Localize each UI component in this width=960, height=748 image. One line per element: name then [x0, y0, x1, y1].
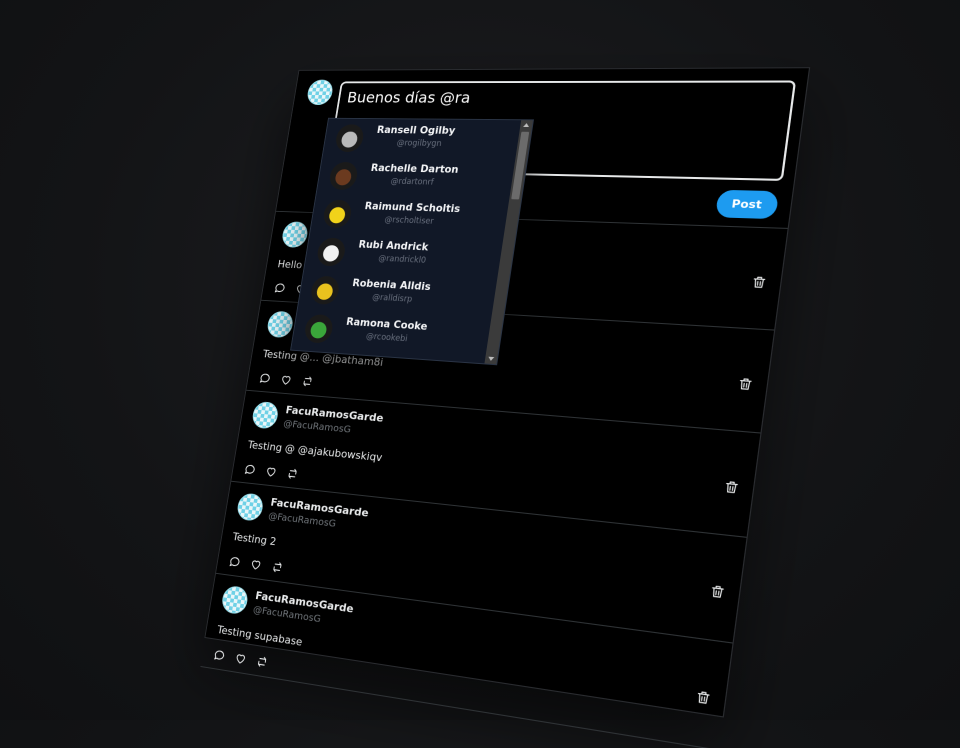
mention-avatar [303, 313, 335, 344]
mention-option[interactable]: Ransell Ogilby @rogilbygn [323, 119, 521, 160]
delete-icon[interactable] [750, 274, 768, 289]
like-icon[interactable] [249, 556, 264, 571]
tweet-text: Testing supabase [216, 623, 304, 649]
tweet-actions [228, 553, 285, 574]
like-icon[interactable] [279, 372, 294, 386]
tweet-avatar[interactable] [220, 584, 250, 616]
mention-list: Ransell Ogilby @rogilbygn Rachelle Darto… [292, 119, 521, 360]
reply-icon[interactable] [273, 280, 287, 294]
mention-avatar [327, 161, 360, 191]
tweet-actions [258, 370, 315, 388]
mention-handle: @rdartonrf [389, 177, 435, 188]
mention-name: Ramona Cooke [345, 316, 429, 333]
scroll-up-icon[interactable] [523, 123, 530, 128]
mention-avatar [334, 124, 366, 153]
tweet-actions [243, 461, 300, 480]
mention-name: Robenia Alldis [351, 277, 432, 294]
app-window: Buenos días @ra Post F @ Hello @ F @ [200, 67, 811, 748]
tweet-actions [212, 646, 269, 668]
retweet-icon[interactable] [285, 465, 300, 480]
tweet-avatar[interactable] [235, 492, 265, 522]
delete-icon[interactable] [737, 375, 755, 391]
reply-icon[interactable] [212, 646, 227, 661]
mention-handle: @rogilbygn [395, 138, 443, 149]
reply-icon[interactable] [228, 553, 242, 568]
mention-dropdown: Ransell Ogilby @rogilbygn Rachelle Darto… [290, 117, 535, 366]
like-icon[interactable] [233, 650, 248, 666]
user-avatar [305, 79, 335, 106]
mention-name: Raimund Scholtis [363, 200, 461, 216]
like-icon[interactable] [264, 463, 279, 478]
tweet-author-handle: @FacuRamosG [282, 418, 352, 436]
tweet-avatar[interactable] [280, 221, 310, 249]
mention-avatar [321, 199, 354, 229]
mention-name: Rubi Andrick [357, 239, 430, 254]
mention-avatar [315, 237, 347, 267]
retweet-icon[interactable] [270, 559, 285, 574]
tweet-text: Testing 2 [231, 530, 278, 549]
mention-handle: @rscholtiser [383, 215, 435, 227]
delete-icon[interactable] [723, 478, 741, 494]
reply-icon[interactable] [243, 461, 257, 476]
stage: Buenos días @ra Post F @ Hello @ F @ [0, 0, 960, 748]
post-button[interactable]: Post [714, 189, 780, 220]
tweet-text: Testing @ @ajakubowskiqv [246, 438, 384, 465]
mention-option[interactable]: Rachelle Darton @rdartonrf [317, 156, 516, 199]
mention-handle: @randrickl0 [377, 254, 427, 266]
mention-name: Rachelle Darton [369, 162, 460, 176]
mention-name: Ransell Ogilby [376, 124, 457, 137]
delete-icon[interactable] [709, 582, 727, 599]
mention-avatar [309, 275, 341, 306]
mention-handle: @rcookebi [365, 331, 409, 345]
retweet-icon[interactable] [300, 373, 315, 387]
tweet-avatar[interactable] [265, 310, 295, 339]
delete-icon[interactable] [695, 688, 713, 706]
retweet-icon[interactable] [255, 653, 270, 669]
scroll-down-icon[interactable] [487, 356, 495, 362]
reply-icon[interactable] [258, 370, 272, 384]
tweet-avatar[interactable] [250, 400, 280, 430]
mention-handle: @ralldisrp [371, 292, 413, 305]
